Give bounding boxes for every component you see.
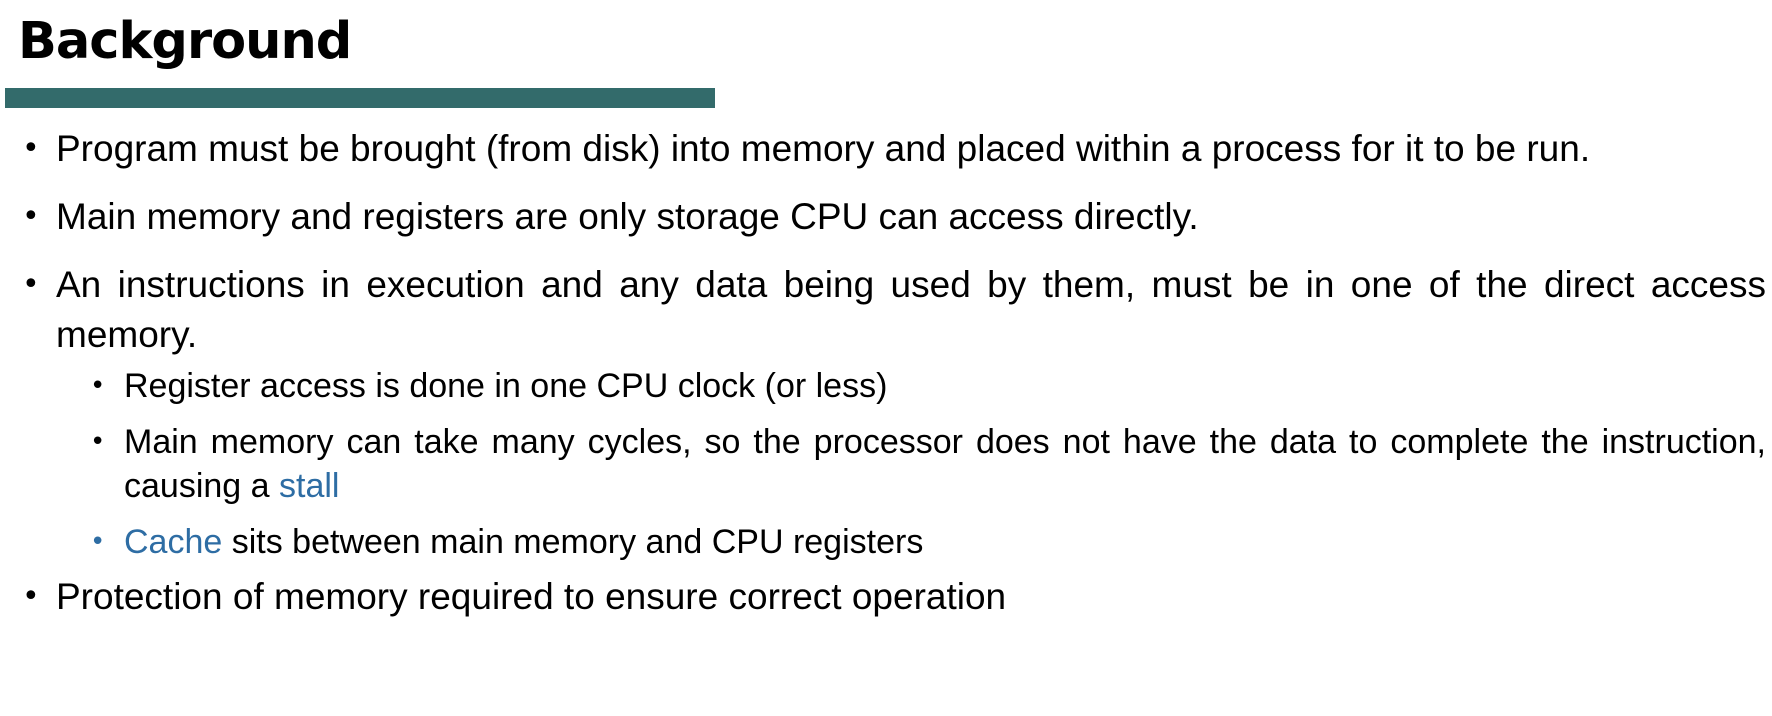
sub-bullet-text: Register access is done in one CPU clock… [124,367,888,405]
bullet-dot-icon: • [90,527,106,557]
highlight-term-cache: Cache [124,523,223,561]
bullet-dot-icon: • [22,267,40,302]
bullet-item: • Program must be brought (from disk) in… [22,124,1766,174]
bullet-item: • Main memory and registers are only sto… [22,192,1766,242]
sub-bullet-item: • Cache sits between main memory and CPU… [90,520,1766,564]
bullet-item: • Protection of memory required to ensur… [22,572,1766,622]
sub-bullet-item: • Register access is done in one CPU clo… [90,364,1766,408]
highlight-term-stall: stall [279,467,340,505]
bullet-list: • Program must be brought (from disk) in… [0,124,1772,622]
slide: Background • Program must be brought (fr… [0,0,1772,716]
bullet-dot-icon: • [90,371,106,401]
bullet-dot-icon: • [22,131,40,166]
bullet-dot-icon: • [90,427,106,457]
bullet-item: • An instructions in execution and any d… [22,260,1766,360]
sub-bullet-item: • Main memory can take many cycles, so t… [90,420,1766,508]
bullet-text: Protection of memory required to ensure … [56,576,1007,617]
bullet-dot-icon: • [22,579,40,614]
bullet-text: Main memory and registers are only stora… [56,196,1199,237]
sub-bullet-text: sits between main memory and CPU registe… [222,523,924,561]
slide-title: Background [18,12,352,71]
bullet-text: Program must be brought (from disk) into… [56,128,1591,169]
bullet-text: An instructions in execution and any dat… [56,264,1766,355]
title-underline-bar [5,88,715,108]
sub-bullet-text: Main memory can take many cycles, so the… [124,423,1766,505]
bullet-dot-icon: • [22,199,40,234]
